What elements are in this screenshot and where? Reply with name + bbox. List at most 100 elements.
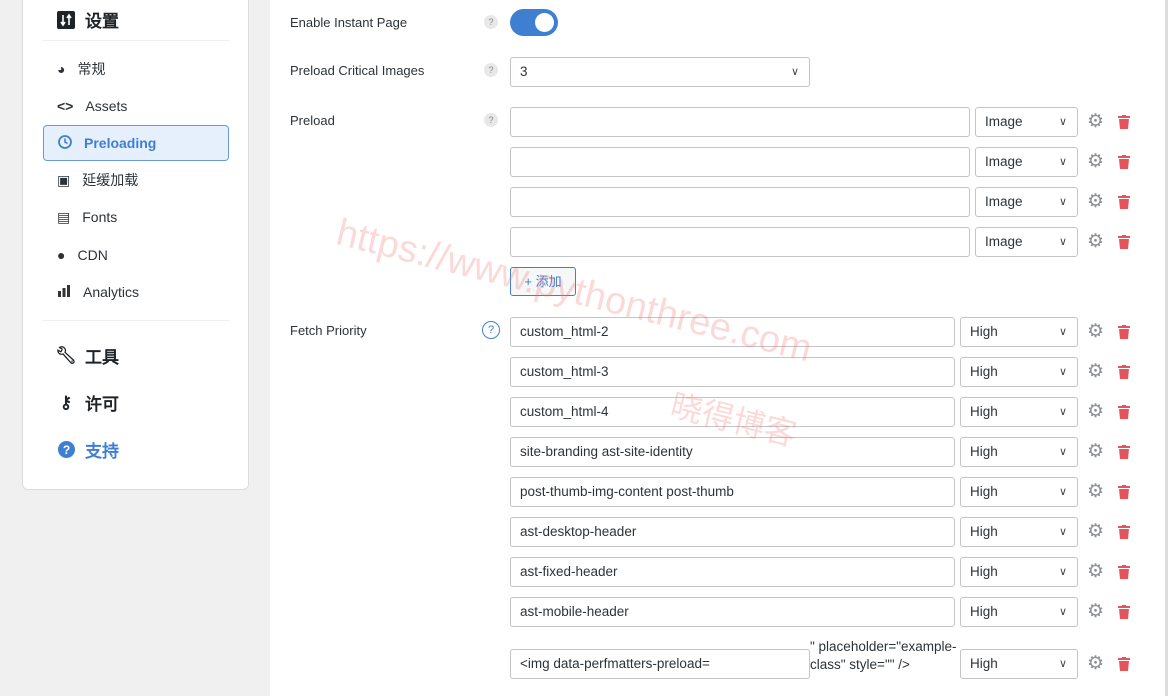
trash-icon[interactable] <box>1118 365 1130 379</box>
preload-url-input[interactable] <box>510 107 970 137</box>
help-icon[interactable]: ? <box>484 63 498 77</box>
help-icon[interactable]: ? <box>482 321 500 339</box>
preload-type-select[interactable]: Image ∨ <box>975 187 1078 217</box>
select-value: High <box>970 656 998 671</box>
select-value: 3 <box>520 64 528 79</box>
dashboard-icon: ◕ <box>57 61 66 77</box>
fetch-priority-select[interactable]: High ∨ <box>960 477 1078 507</box>
sidebar-item-preloading[interactable]: Preloading <box>43 125 229 161</box>
select-value: Image <box>985 194 1023 209</box>
select-value: High <box>970 324 998 339</box>
gear-icon[interactable]: ⚙ <box>1087 654 1104 674</box>
gear-icon[interactable]: ⚙ <box>1087 442 1104 462</box>
trash-icon[interactable] <box>1118 405 1130 419</box>
fetch-priority-select[interactable]: High ∨ <box>960 557 1078 587</box>
settings-sidebar: 设置 ◕ 常规 <> Assets Preloading ▣ 延缓加载 ▤ Fonts … <box>22 0 249 490</box>
key-icon: ⚷ <box>59 392 73 412</box>
bar-chart-icon <box>57 284 71 300</box>
fetch-priority-input[interactable]: custom_html-3 <box>510 357 955 387</box>
gear-icon[interactable]: ⚙ <box>1087 562 1104 582</box>
sidebar-item-assets[interactable]: <> Assets <box>43 88 229 124</box>
preload-url-input[interactable] <box>510 147 970 177</box>
gear-icon[interactable]: ⚙ <box>1087 602 1104 622</box>
sidebar-item-label: Fonts <box>82 209 118 225</box>
fetch-priority-label: Fetch Priority <box>290 323 367 338</box>
fetch-priority-overflow-text: " placeholder="example-class" style="" /… <box>810 639 957 672</box>
gear-icon[interactable]: ⚙ <box>1087 112 1104 132</box>
sidebar-item-lazy-load[interactable]: ▣ 延缓加载 <box>43 162 229 198</box>
trash-icon[interactable] <box>1118 605 1130 619</box>
help-icon[interactable]: ? <box>484 113 498 127</box>
trash-icon[interactable] <box>1118 325 1130 339</box>
divider <box>43 320 229 321</box>
fetch-priority-select[interactable]: High ∨ <box>960 437 1078 467</box>
critical-images-select[interactable]: 3 ∨ <box>510 57 810 87</box>
sidebar-item-label: CDN <box>77 247 108 263</box>
clock-icon <box>58 134 72 152</box>
preload-type-select[interactable]: Image ∨ <box>975 227 1078 257</box>
sidebar-item-label: Analytics <box>83 284 140 300</box>
fetch-priority-input[interactable]: ast-mobile-header <box>510 597 955 627</box>
fetch-priority-input[interactable]: custom_html-2 <box>510 317 955 347</box>
question-circle-icon: ? <box>57 441 75 459</box>
trash-icon[interactable] <box>1118 195 1130 209</box>
preload-url-input[interactable] <box>510 187 970 217</box>
sidebar-item-analytics[interactable]: Analytics <box>43 274 229 310</box>
trash-icon[interactable] <box>1118 445 1130 459</box>
chevron-down-icon: ∨ <box>1058 606 1067 618</box>
gear-icon[interactable]: ⚙ <box>1087 482 1104 502</box>
preload-url-input[interactable] <box>510 227 970 257</box>
fetch-priority-input[interactable]: <img data-perfmatters-preload= <box>510 649 810 679</box>
preload-type-select[interactable]: Image ∨ <box>975 147 1078 177</box>
critical-images-label: Preload Critical Images <box>290 63 425 78</box>
fetch-priority-input[interactable]: ast-desktop-header <box>510 517 955 547</box>
fetch-priority-select[interactable]: High ∨ <box>960 397 1078 427</box>
select-value: High <box>970 564 998 579</box>
code-icon: <> <box>57 98 74 114</box>
chevron-down-icon: ∨ <box>1058 406 1067 418</box>
sidebar-item-label: 工具 <box>85 348 119 367</box>
fetch-priority-select[interactable]: High ∨ <box>960 517 1078 547</box>
gear-icon[interactable]: ⚙ <box>1087 402 1104 422</box>
fetch-priority-select[interactable]: High ∨ <box>960 317 1078 347</box>
chevron-down-icon: ∨ <box>1058 526 1067 538</box>
trash-icon[interactable] <box>1118 565 1130 579</box>
sidebar-item-fonts[interactable]: ▤ Fonts <box>43 199 229 235</box>
help-icon[interactable]: ? <box>484 15 498 29</box>
sidebar-item-support[interactable]: ? 支持 <box>57 437 119 462</box>
gear-icon[interactable]: ⚙ <box>1087 322 1104 342</box>
instant-page-toggle[interactable] <box>510 9 558 36</box>
sidebar-item-general[interactable]: ◕ 常规 <box>43 51 229 87</box>
preload-type-select[interactable]: Image ∨ <box>975 107 1078 137</box>
chevron-down-icon: ∨ <box>1058 156 1067 168</box>
chevron-down-icon: ∨ <box>1058 326 1067 338</box>
gear-icon[interactable]: ⚙ <box>1087 362 1104 382</box>
fetch-priority-select[interactable]: High ∨ <box>960 357 1078 387</box>
sidebar-item-license[interactable]: ⚷ 许可 <box>57 390 119 415</box>
sidebar-item-label: 常规 <box>77 61 106 77</box>
gear-icon[interactable]: ⚙ <box>1087 522 1104 542</box>
fetch-priority-select[interactable]: High ∨ <box>960 649 1078 679</box>
gear-icon[interactable]: ⚙ <box>1087 192 1104 212</box>
fetch-priority-input[interactable]: ast-fixed-header <box>510 557 955 587</box>
sidebar-item-cdn[interactable]: ● CDN <box>43 237 229 273</box>
sidebar-item-tools[interactable]: 🔧︎ 工具 <box>55 343 119 368</box>
fetch-priority-select[interactable]: High ∨ <box>960 597 1078 627</box>
fetch-priority-input[interactable]: site-branding ast-site-identity <box>510 437 955 467</box>
chevron-down-icon: ∨ <box>1058 446 1067 458</box>
trash-icon[interactable] <box>1118 525 1130 539</box>
sidebar-item-label: Preloading <box>84 135 157 151</box>
trash-icon[interactable] <box>1118 485 1130 499</box>
trash-icon[interactable] <box>1118 115 1130 129</box>
gear-icon[interactable]: ⚙ <box>1087 232 1104 252</box>
trash-icon[interactable] <box>1118 155 1130 169</box>
trash-icon[interactable] <box>1118 657 1130 671</box>
add-preload-button[interactable]: + 添加 <box>510 267 576 296</box>
select-value: High <box>970 404 998 419</box>
gear-icon[interactable]: ⚙ <box>1087 152 1104 172</box>
chevron-down-icon: ∨ <box>1058 486 1067 498</box>
settings-title: 设置 <box>85 12 119 31</box>
fetch-priority-input[interactable]: post-thumb-img-content post-thumb <box>510 477 955 507</box>
fetch-priority-input[interactable]: custom_html-4 <box>510 397 955 427</box>
trash-icon[interactable] <box>1118 235 1130 249</box>
